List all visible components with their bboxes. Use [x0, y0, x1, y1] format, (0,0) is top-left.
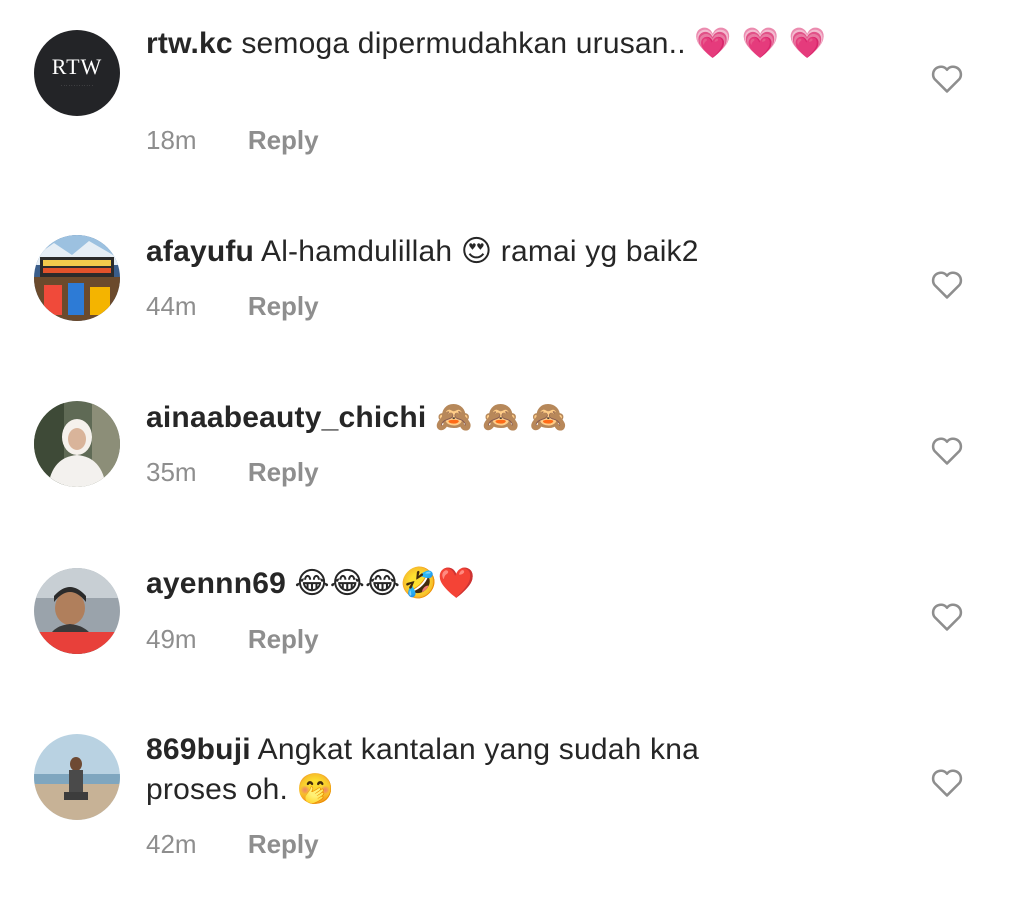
avatar[interactable] [34, 235, 120, 321]
heart-outline-icon[interactable] [930, 766, 964, 798]
comment-item: RTW · · · · · · · · · · · · · rtw.kc sem… [0, 0, 1024, 180]
reply-button[interactable]: Reply [248, 291, 319, 321]
comment-username[interactable]: afayufu [146, 235, 254, 268]
comment-text: rtw.kc semoga dipermudahkan urusan.. 💗 💗… [146, 24, 866, 64]
avatar[interactable] [34, 734, 120, 820]
avatar-image [34, 734, 120, 820]
comment-username[interactable]: 869buji [146, 733, 251, 766]
comment-username[interactable]: rtw.kc [146, 27, 233, 60]
comment-text: ainaabeauty_chichi 🙈 🙈 🙈 [146, 398, 866, 438]
comment-meta: 42m Reply [146, 829, 319, 859]
avatar-image [34, 568, 120, 654]
heart-outline-icon[interactable] [930, 62, 964, 94]
avatar[interactable] [34, 568, 120, 654]
comment-body: Al-hamdulillah 😍 ramai yg baik2 [260, 235, 699, 268]
comment-item: 869buji Angkat kantalan yang sudah kna p… [0, 690, 1024, 900]
reply-button[interactable]: Reply [248, 829, 319, 859]
avatar[interactable]: RTW · · · · · · · · · · · · · [34, 30, 120, 116]
comment-meta: 44m Reply [146, 291, 319, 321]
avatar-image [34, 401, 120, 487]
comment-meta: 49m Reply [146, 624, 319, 654]
comment-text: ayennn69 😂😂😂🤣❤️ [146, 564, 866, 604]
comment-body: semoga dipermudahkan urusan.. [241, 27, 686, 60]
avatar-image [34, 235, 120, 321]
comment-username[interactable]: ainaabeauty_chichi [146, 401, 426, 434]
avatar[interactable] [34, 401, 120, 487]
comment-timestamp: 18m [146, 125, 197, 155]
comment-timestamp: 44m [146, 291, 197, 321]
comment-text: afayufu Al-hamdulillah 😍 ramai yg baik2 [146, 232, 866, 272]
comment-meta: 18m Reply [146, 125, 319, 155]
avatar-subtext: · · · · · · · · · · · · · [61, 83, 93, 88]
avatar-monogram: RTW [51, 54, 103, 79]
reply-button[interactable]: Reply [248, 125, 319, 155]
comment-text: 869buji Angkat kantalan yang sudah kna p… [146, 730, 796, 810]
comment-timestamp: 49m [146, 624, 197, 654]
comment-item: afayufu Al-hamdulillah 😍 ramai yg baik2 … [0, 180, 1024, 350]
heart-outline-icon[interactable] [930, 434, 964, 466]
heart-outline-icon[interactable] [930, 600, 964, 632]
comment-username[interactable]: ayennn69 [146, 567, 286, 600]
comment-emoji: 💗 💗 💗 [694, 26, 827, 61]
comment-meta: 35m Reply [146, 457, 319, 487]
comment-item: ainaabeauty_chichi 🙈 🙈 🙈 35m Reply [0, 350, 1024, 520]
comment-timestamp: 35m [146, 457, 197, 487]
heart-outline-icon[interactable] [930, 268, 964, 300]
reply-button[interactable]: Reply [248, 624, 319, 654]
comment-body: 🙈 🙈 🙈 [434, 400, 568, 435]
comment-timestamp: 42m [146, 829, 197, 859]
comment-body: 😂😂😂🤣❤️ [294, 566, 476, 601]
reply-button[interactable]: Reply [248, 457, 319, 487]
comment-item: ayennn69 😂😂😂🤣❤️ 49m Reply [0, 520, 1024, 690]
